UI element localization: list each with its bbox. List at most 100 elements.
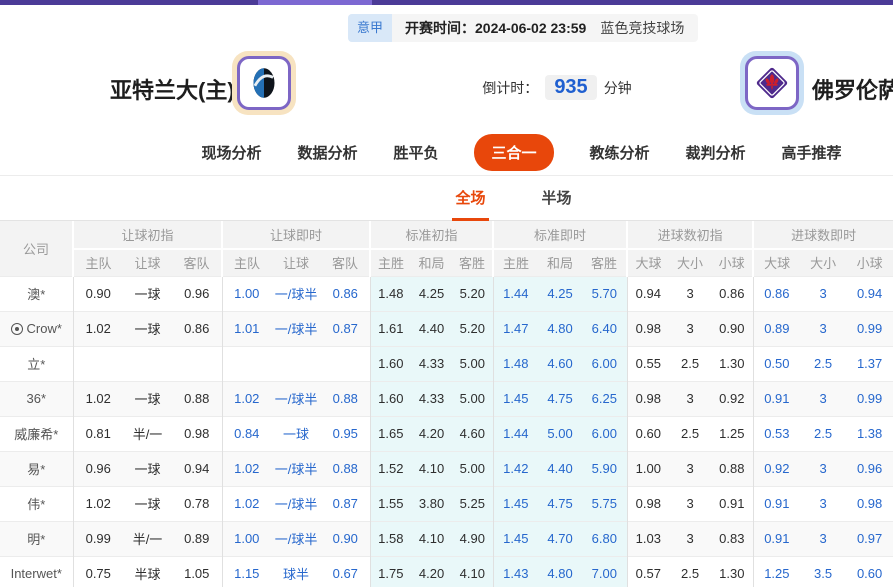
nav-tab-2[interactable]: 数据分析 (297, 142, 357, 163)
col-group-2: 让球即时 (222, 221, 370, 249)
odds-cell: 0.86 (711, 276, 753, 311)
odds-cell: 0.87 (321, 311, 370, 346)
odds-cell: 一/球半 (271, 381, 321, 416)
col-sub-1-1: 主队 (73, 249, 123, 276)
odds-cell: 0.98 (627, 486, 669, 521)
odds-cell: 0.94 (846, 276, 893, 311)
bookmaker-name[interactable]: Interwet* (0, 556, 73, 587)
countdown: 倒计时： 935 分钟 (442, 75, 672, 100)
bookmaker-name[interactable]: 威廉希* (0, 416, 73, 451)
odds-cell: 1.05 (172, 556, 222, 587)
odds-cell: 3 (800, 486, 846, 521)
odds-cell: 0.94 (172, 451, 222, 486)
col-header-company: 公司 (0, 221, 73, 276)
col-sub-1-3: 客队 (172, 249, 222, 276)
odds-cell: 5.00 (452, 346, 493, 381)
bookmaker-name[interactable]: 澳* (0, 276, 73, 311)
odds-cell: 0.88 (321, 451, 370, 486)
nav-tab-7[interactable]: 高手推荐 (782, 142, 842, 163)
odds-cell: 1.45 (493, 381, 538, 416)
league-badge[interactable]: 意甲 (348, 14, 392, 42)
nav-tab-5[interactable]: 教练分析 (590, 142, 650, 163)
odds-cell: 1.75 (370, 556, 411, 587)
odds-cell: 4.75 (538, 381, 582, 416)
countdown-value: 935 (545, 75, 596, 100)
odds-cell: 0.89 (753, 311, 800, 346)
odds-cell: 0.96 (846, 451, 893, 486)
odds-cell: 0.91 (711, 486, 753, 521)
odds-cell: 3 (669, 451, 711, 486)
odds-cell: 5.75 (582, 486, 627, 521)
home-team-logo (232, 51, 296, 115)
bookmaker-name[interactable]: Crow* (0, 311, 73, 346)
odds-cell: 1.30 (711, 346, 753, 381)
odds-cell (73, 346, 123, 381)
odds-cell: 0.99 (73, 521, 123, 556)
bookmaker-name[interactable]: 立* (0, 346, 73, 381)
bookmaker-name[interactable]: 明* (0, 521, 73, 556)
odds-cell: 2.5 (800, 416, 846, 451)
col-sub-3-1: 主胜 (370, 249, 411, 276)
odds-cell: 1.60 (370, 346, 411, 381)
col-sub-6-1: 大球 (753, 249, 800, 276)
odds-row-2: Crow*1.02一球0.861.01一/球半0.871.614.405.201… (0, 311, 893, 346)
odds-cell: 0.78 (172, 486, 222, 521)
odds-cell: 0.99 (846, 381, 893, 416)
col-group-3: 标准初指 (370, 221, 493, 249)
col-sub-6-2: 大小 (800, 249, 846, 276)
odds-cell: 0.95 (321, 416, 370, 451)
odds-cell: 3 (800, 521, 846, 556)
odds-cell: 1.37 (846, 346, 893, 381)
odds-cell: 一球 (271, 416, 321, 451)
venue-name: 蓝色竞技球场 (600, 18, 684, 38)
nav-tab-3[interactable]: 胜平负 (393, 142, 438, 163)
odds-cell: 3 (800, 381, 846, 416)
col-group-4: 标准即时 (493, 221, 627, 249)
odds-cell: 0.88 (321, 381, 370, 416)
odds-cell: 4.60 (452, 416, 493, 451)
odds-cell: 0.84 (222, 416, 271, 451)
target-circle-icon (11, 323, 23, 335)
odds-cell: 1.15 (222, 556, 271, 587)
odds-cell: 一/球半 (271, 451, 321, 486)
odds-row-8: 明*0.99半/一0.891.00一/球半0.901.584.104.901.4… (0, 521, 893, 556)
match-odds-page: 意甲 开赛时间：2024-06-02 23:59 蓝色竞技球场 亚特兰大(主) … (0, 0, 893, 587)
odds-cell: 1.48 (493, 346, 538, 381)
odds-cell (222, 346, 271, 381)
nav-tab-6[interactable]: 裁判分析 (686, 142, 746, 163)
odds-row-4: 36*1.02一球0.881.02一/球半0.881.604.335.001.4… (0, 381, 893, 416)
odds-row-7: 伟*1.02一球0.781.02一/球半0.871.553.805.251.45… (0, 486, 893, 521)
odds-cell: 1.48 (370, 276, 411, 311)
odds-cell (321, 346, 370, 381)
odds-cell: 0.97 (846, 521, 893, 556)
odds-cell: 1.45 (493, 486, 538, 521)
odds-cell: 1.43 (493, 556, 538, 587)
bookmaker-name[interactable]: 36* (0, 381, 73, 416)
subtab-1[interactable]: 全场 (452, 187, 488, 220)
odds-cell: 5.70 (582, 276, 627, 311)
bookmaker-name[interactable]: 伟* (0, 486, 73, 521)
odds-cell: 1.25 (711, 416, 753, 451)
away-team-name: 佛罗伦萨 (812, 73, 893, 105)
bookmaker-name[interactable]: 易* (0, 451, 73, 486)
fiorentina-crest-icon (745, 56, 799, 110)
odds-cell: 1.44 (493, 276, 538, 311)
countdown-unit: 分钟 (604, 78, 632, 98)
odds-cell: 0.96 (172, 276, 222, 311)
odds-cell: 球半 (271, 556, 321, 587)
subtab-2[interactable]: 半场 (539, 187, 575, 220)
odds-cell: 1.00 (222, 276, 271, 311)
odds-cell: 0.91 (753, 381, 800, 416)
odds-cell: 4.20 (411, 416, 452, 451)
match-info-bar: 意甲 开赛时间：2024-06-02 23:59 蓝色竞技球场 (348, 14, 698, 42)
odds-cell: 0.91 (753, 486, 800, 521)
nav-tab-1[interactable]: 现场分析 (201, 142, 261, 163)
nav-tab-4[interactable]: 三合一 (474, 134, 553, 171)
odds-cell: 0.91 (753, 521, 800, 556)
odds-cell: 1.02 (73, 486, 123, 521)
odds-cell: 0.57 (627, 556, 669, 587)
odds-cell: 1.02 (222, 486, 271, 521)
odds-cell: 1.00 (222, 521, 271, 556)
odds-cell: 2.5 (669, 416, 711, 451)
odds-cell: 0.81 (73, 416, 123, 451)
